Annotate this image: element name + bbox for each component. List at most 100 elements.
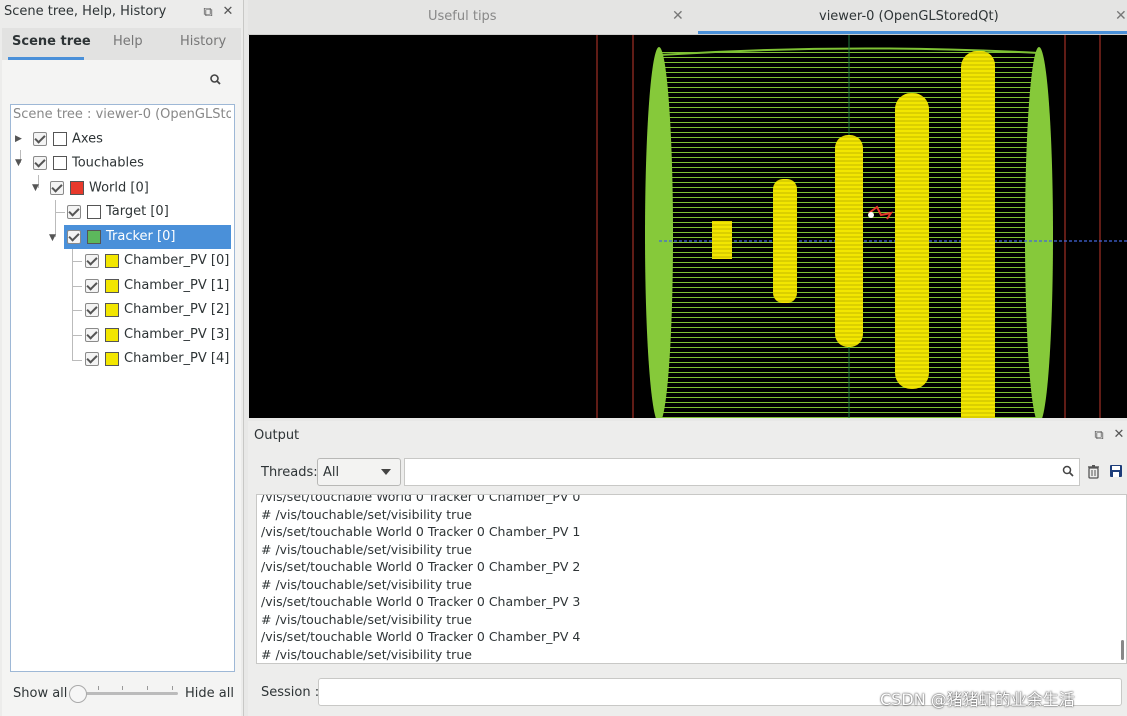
visibility-checkbox[interactable] [50, 181, 64, 195]
hide-all-label: Hide all [185, 686, 234, 701]
slider-tick [172, 686, 173, 690]
visibility-checkbox[interactable] [85, 253, 99, 268]
detector-render [596, 35, 1127, 418]
tree-item-label: Chamber_PV [3] [124, 327, 230, 342]
close-tab-icon[interactable]: ✕ [1115, 8, 1127, 24]
session-label: Session : [261, 685, 320, 700]
output-title: Output [254, 428, 300, 443]
tab-help[interactable]: Help [113, 34, 143, 49]
dock-title: Scene tree, Help, History [4, 4, 167, 19]
threads-select-value: All [323, 465, 340, 480]
float-dock-icon[interactable]: ⧉ [200, 5, 216, 21]
save-icon[interactable] [1110, 465, 1122, 477]
log-line: /vis/set/touchable World 0 Tracker 0 Cha… [261, 494, 581, 504]
output-filter-input[interactable] [404, 458, 1080, 486]
visibility-checkbox[interactable] [85, 327, 99, 342]
target-volume [712, 221, 732, 259]
slider-tick [98, 686, 99, 690]
close-dock-icon[interactable]: ✕ [1111, 427, 1127, 443]
color-swatch [87, 229, 101, 244]
tree-item-target[interactable]: Target [0] [67, 200, 169, 224]
visibility-checkbox[interactable] [85, 302, 99, 317]
search-icon[interactable] [207, 71, 225, 89]
tracker-right-cap [1025, 47, 1053, 418]
tree-line [55, 200, 56, 237]
chamber-0 [773, 179, 797, 303]
output-log[interactable]: /vis/set/touchable World 0 Tracker 0 Cha… [256, 494, 1127, 664]
close-dock-icon[interactable]: ✕ [220, 4, 236, 20]
tree-item-label: Chamber_PV [4] [124, 351, 230, 366]
visibility-slider-track[interactable] [78, 692, 178, 695]
visibility-checkbox[interactable] [33, 156, 47, 170]
expand-arrow-icon[interactable]: ▶ [15, 127, 25, 151]
scene-tree-header: Scene tree : viewer-0 (OpenGLStore [13, 107, 231, 122]
chamber-1 [835, 135, 863, 347]
tree-line [72, 249, 73, 360]
collapse-arrow-icon[interactable]: ▼ [49, 233, 56, 243]
tab-useful-tips[interactable]: Useful tips [428, 9, 497, 24]
threads-label: Threads: [261, 465, 318, 480]
chamber-4 [965, 51, 995, 418]
color-swatch [105, 327, 119, 342]
visibility-checkbox[interactable] [33, 132, 47, 146]
log-line: # /vis/touchable/set/visibility true [261, 542, 472, 557]
close-tab-icon[interactable]: ✕ [672, 8, 684, 24]
log-line: /vis/set/touchable World 0 Tracker 0 Cha… [261, 559, 581, 574]
visibility-checkbox[interactable] [67, 204, 81, 219]
tree-item-chamber-3[interactable]: Chamber_PV [3] [85, 323, 229, 347]
collapse-arrow-icon[interactable]: ▼ [15, 151, 25, 175]
tree-line [72, 286, 82, 287]
visibility-slider-handle[interactable] [69, 685, 87, 703]
tree-item-label: Chamber_PV [2] [124, 302, 230, 317]
tree-item-label: Chamber_PV [0] [124, 253, 230, 268]
chevron-down-icon [381, 469, 391, 475]
slider-tick [122, 686, 123, 690]
tree-item-tracker[interactable]: Tracker [0] [64, 225, 231, 249]
visibility-checkbox[interactable] [85, 351, 99, 366]
tree-item-chamber-0[interactable]: Chamber_PV [0] [85, 249, 229, 273]
color-swatch [105, 278, 119, 293]
mouse-cursor-icon [868, 212, 874, 218]
log-line: /vis/set/touchable World 0 Tracker 0 Cha… [261, 594, 581, 609]
visibility-checkbox[interactable] [85, 278, 99, 293]
color-swatch [87, 204, 101, 219]
tree-line [72, 310, 82, 311]
tree-item-touchables[interactable]: ▼ Touchables [15, 151, 144, 175]
log-line: # /vis/touchable/set/visibility true [261, 647, 472, 662]
tree-item-label: World [0] [89, 180, 149, 196]
opengl-viewer-canvas[interactable] [249, 35, 1127, 418]
tree-item-axes[interactable]: ▶ Axes [15, 127, 103, 151]
log-scrollbar[interactable] [1121, 640, 1124, 660]
tree-item-chamber-2[interactable]: Chamber_PV [2] [85, 298, 229, 322]
trash-icon[interactable] [1087, 464, 1100, 479]
tree-item-label: Target [0] [106, 204, 169, 219]
color-swatch [105, 351, 119, 366]
chamber-2 [895, 93, 929, 389]
tree-item-chamber-4[interactable]: Chamber_PV [4] [85, 347, 229, 371]
log-line: # /vis/touchable/set/visibility true [261, 507, 472, 522]
tree-line [55, 212, 65, 213]
color-swatch [53, 132, 67, 146]
active-tab-indicator [698, 31, 1127, 34]
color-swatch [70, 181, 84, 195]
tree-item-label: Chamber_PV [1] [124, 278, 230, 293]
color-swatch [53, 156, 67, 170]
search-icon[interactable] [1061, 464, 1075, 478]
tree-item-chamber-1[interactable]: Chamber_PV [1] [85, 274, 229, 298]
tree-line [72, 261, 82, 262]
tab-history[interactable]: History [180, 34, 226, 49]
color-swatch [105, 302, 119, 317]
tab-viewer-0[interactable]: viewer-0 (OpenGLStoredQt) [819, 9, 999, 24]
watermark-text: CSDN @猪猪虾的业余生活 [880, 690, 1075, 709]
float-dock-icon[interactable]: ⧉ [1091, 428, 1107, 444]
slider-tick [147, 686, 148, 690]
tree-item-world[interactable]: ▼ World [0] [32, 176, 149, 200]
tab-scene-tree[interactable]: Scene tree [12, 34, 91, 49]
collapse-arrow-icon[interactable]: ▼ [32, 176, 42, 200]
log-line: # /vis/touchable/set/visibility true [261, 612, 472, 627]
visibility-checkbox[interactable] [67, 229, 81, 244]
log-line: # /vis/touchable/set/visibility true [261, 577, 472, 592]
tree-line [72, 335, 82, 336]
viewer-tab-bar: Useful tips ✕ viewer-0 (OpenGLStoredQt) … [248, 0, 1127, 35]
log-line: /vis/set/touchable World 0 Tracker 0 Cha… [261, 524, 581, 539]
